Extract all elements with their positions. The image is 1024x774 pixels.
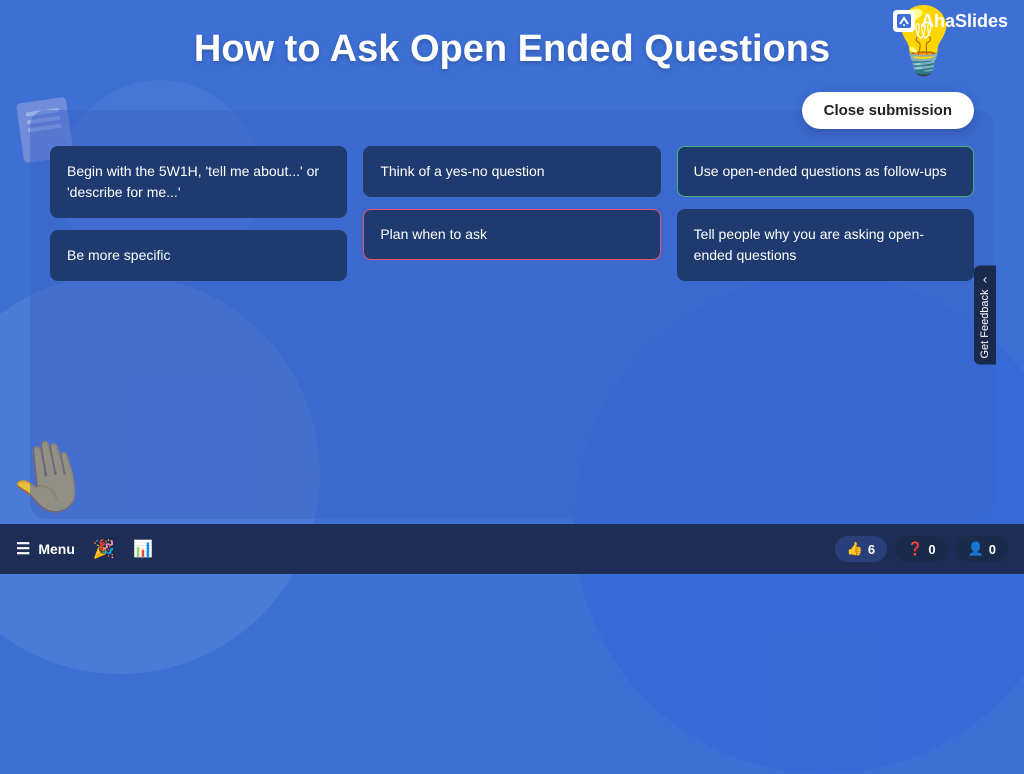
user-count-badge: 👤 0 xyxy=(956,536,1008,562)
menu-icon: ☰ xyxy=(16,539,30,559)
question-icon: ❓ xyxy=(907,541,923,557)
question-count-badge: ❓ 0 xyxy=(895,536,947,562)
user-count: 0 xyxy=(989,542,996,557)
card-column-3: Use open-ended questions as follow-ups T… xyxy=(677,146,974,281)
reaction-count-badge: 👍 6 xyxy=(835,536,887,562)
card-2-2: Plan when to ask xyxy=(363,209,660,260)
thumbs-up-icon: 👍 xyxy=(847,541,863,557)
card-1-1: Begin with the 5W1H, 'tell me about...' … xyxy=(50,146,347,218)
card-column-2: Think of a yes-no question Plan when to … xyxy=(363,146,660,281)
bottom-left-controls: ☰ Menu 🎉 📊 xyxy=(16,539,153,560)
bottom-bar: ☰ Menu 🎉 📊 👍 6 ❓ 0 👤 0 xyxy=(0,524,1024,574)
feedback-label: Get Feedback xyxy=(979,289,991,358)
card-3-2: Tell people why you are asking open-ende… xyxy=(677,209,974,281)
user-icon: 👤 xyxy=(968,541,984,557)
card-2-1: Think of a yes-no question xyxy=(363,146,660,197)
content-area: Close submission Begin with the 5W1H, 't… xyxy=(30,110,994,519)
menu-label: Menu xyxy=(38,541,75,557)
card-column-1: Begin with the 5W1H, 'tell me about...' … xyxy=(50,146,347,281)
menu-button[interactable]: ☰ Menu xyxy=(16,539,75,559)
bottom-right-stats: 👍 6 ❓ 0 👤 0 xyxy=(835,536,1008,562)
reaction-count: 6 xyxy=(868,542,875,557)
card-3-1: Use open-ended questions as follow-ups xyxy=(677,146,974,197)
question-count: 0 xyxy=(928,542,935,557)
card-1-2: Be more specific xyxy=(50,230,347,281)
page-title: How to Ask Open Ended Questions xyxy=(0,28,1024,71)
close-submission-button[interactable]: Close submission xyxy=(802,92,974,129)
feedback-arrow: ‹ xyxy=(983,271,987,286)
cards-grid: Begin with the 5W1H, 'tell me about...' … xyxy=(50,146,974,281)
chart-icon[interactable]: 📊 xyxy=(133,539,153,559)
celebrate-icon[interactable]: 🎉 xyxy=(93,539,115,560)
